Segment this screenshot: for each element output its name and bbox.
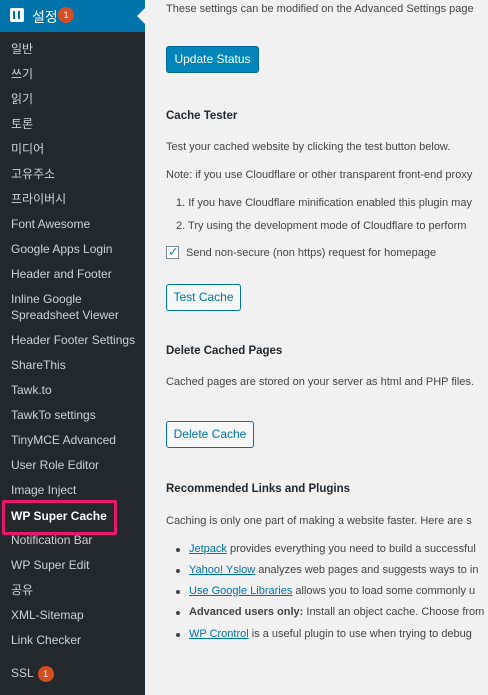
sidebar-item-notification-bar[interactable]: Notification Bar — [11, 533, 92, 548]
sidebar-item-tawk-to[interactable]: Tawk.to — [11, 383, 52, 398]
checkbox-label: Send non-secure (non https) request for … — [186, 247, 437, 259]
advanced-users-label: Advanced users only: — [189, 606, 304, 618]
recommended-heading: Recommended Links and Plugins — [166, 483, 351, 495]
sidebar-item-font-awesome[interactable]: Font Awesome — [11, 217, 90, 232]
delete-cached-heading: Delete Cached Pages — [166, 345, 283, 357]
sidebar-item-general[interactable]: 일반 — [11, 42, 33, 57]
sidebar-item-discussion[interactable]: 토론 — [11, 117, 33, 132]
list-bullet — [176, 569, 180, 573]
test-cache-button[interactable]: Test Cache — [166, 284, 241, 311]
wp-crontrol-link[interactable]: WP Crontrol — [189, 628, 249, 640]
cloudflare-note: Note: if you use Cloudflare or other tra… — [166, 169, 473, 181]
admin-sidebar: 설정 1 일반 쓰기 읽기 토론 미디어 고유주소 프라이버시 Font Awe… — [0, 0, 145, 695]
jetpack-text: provides everything you need to build a … — [226, 543, 476, 555]
sidebar-item-privacy[interactable]: 프라이버시 — [11, 192, 66, 207]
sidebar-item-tawkto-settings[interactable]: TawkTo settings — [11, 408, 96, 423]
sidebar-item-header-footer-settings[interactable]: Header Footer Settings — [11, 333, 135, 348]
note-list-item-1: 1. If you have Cloudflare minification e… — [176, 197, 472, 209]
yslow-text: analyzes web pages and suggests ways to … — [255, 564, 479, 576]
delete-cached-description: Cached pages are stored on your server a… — [166, 376, 474, 388]
intro-text: These settings can be modified on the Ad… — [166, 3, 474, 15]
google-libraries-link[interactable]: Use Google Libraries — [189, 585, 292, 597]
object-cache-text: Install an object cache. Choose from — [303, 606, 485, 618]
sidebar-item-google-apps-login[interactable]: Google Apps Login — [11, 242, 112, 257]
delete-cache-button[interactable]: Delete Cache — [166, 421, 254, 448]
wp-crontrol-text: is a useful plugin to use when trying to… — [248, 628, 472, 640]
sidebar-item-tinymce-advanced[interactable]: TinyMCE Advanced — [11, 433, 116, 448]
sidebar-item-wp-super-edit[interactable]: WP Super Edit — [11, 558, 89, 573]
app-window: 설정 1 일반 쓰기 읽기 토론 미디어 고유주소 프라이버시 Font Awe… — [0, 0, 488, 695]
sidebar-item-ssl[interactable]: SSL 1 — [11, 666, 54, 682]
sidebar-item-image-inject[interactable]: Image Inject — [11, 483, 76, 498]
jetpack-link[interactable]: Jetpack — [189, 543, 227, 555]
yslow-link[interactable]: Yahoo! Yslow — [189, 564, 255, 576]
cache-tester-description: Test your cached website by clicking the… — [166, 141, 451, 153]
list-item-yslow: Yahoo! Yslow analyzes web pages and sugg… — [189, 564, 478, 576]
sidebar-item-link-checker[interactable]: Link Checker — [11, 633, 81, 648]
sidebar-item-inline-google-line1[interactable]: Inline Google — [11, 292, 82, 307]
sidebar-item-inline-google-line2[interactable]: Spreadsheet Viewer — [11, 308, 119, 323]
update-status-button[interactable]: Update Status — [166, 46, 259, 73]
list-item-jetpack: Jetpack provides everything you need to … — [189, 543, 476, 555]
settings-badge: 1 — [58, 7, 74, 23]
recommended-description: Caching is only one part of making a web… — [166, 515, 472, 527]
list-bullet — [176, 548, 180, 552]
list-bullet — [176, 633, 180, 637]
list-item-google-libraries: Use Google Libraries allows you to load … — [189, 585, 475, 597]
list-bullet — [176, 590, 180, 594]
settings-menu-header[interactable]: 설정 1 — [0, 0, 145, 32]
sidebar-item-sharing[interactable]: 공유 — [11, 583, 33, 598]
non-secure-request-checkbox[interactable] — [166, 244, 179, 260]
google-libraries-text: allows you to load some commonly u — [292, 585, 476, 597]
settings-icon — [10, 8, 24, 22]
sidebar-item-writing[interactable]: 쓰기 — [11, 67, 33, 82]
sidebar-item-user-role-editor[interactable]: User Role Editor — [11, 458, 99, 473]
sidebar-item-reading[interactable]: 읽기 — [11, 92, 33, 107]
sidebar-item-sharethis[interactable]: ShareThis — [11, 358, 66, 373]
list-item-wp-crontrol: WP Crontrol is a useful plugin to use wh… — [189, 628, 472, 640]
highlight-box — [2, 500, 117, 535]
sidebar-item-xml-sitemap[interactable]: XML-Sitemap — [11, 608, 84, 623]
sidebar-item-permalinks[interactable]: 고유주소 — [11, 167, 55, 182]
current-menu-arrow-icon — [137, 8, 145, 24]
list-bullet — [176, 611, 180, 615]
sidebar-item-header-and-footer[interactable]: Header and Footer — [11, 267, 112, 282]
ssl-label: SSL — [11, 666, 34, 681]
cache-tester-heading: Cache Tester — [166, 110, 238, 122]
sidebar-item-media[interactable]: 미디어 — [11, 142, 44, 157]
list-item-object-cache: Advanced users only: Install an object c… — [189, 606, 484, 618]
ssl-badge: 1 — [37, 666, 54, 682]
note-list-item-2: 2. Try using the development mode of Clo… — [176, 220, 467, 232]
settings-menu-label: 설정 — [32, 9, 58, 25]
